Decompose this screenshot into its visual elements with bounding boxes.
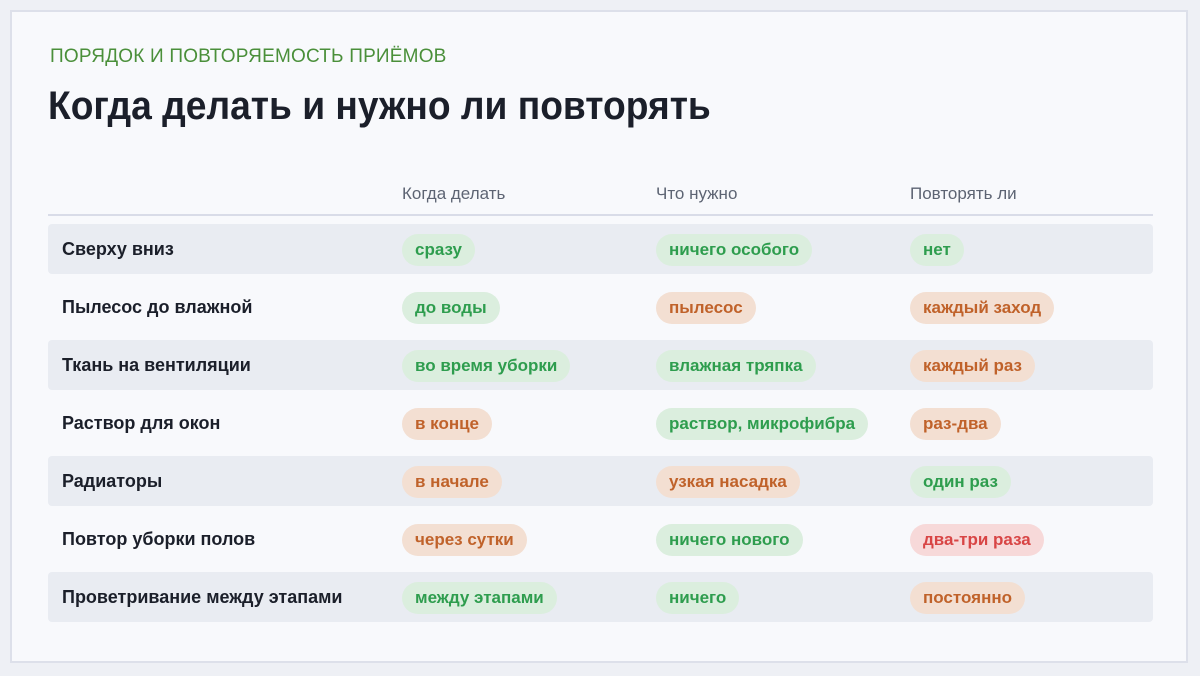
status-badge: узкая насадка xyxy=(656,466,800,498)
status-badge: каждый раз xyxy=(910,350,1035,382)
table-row: Радиаторы в начале узкая насадка один раз xyxy=(48,456,1153,506)
cell-when: сразу xyxy=(402,234,475,266)
cell-repeat: каждый раз xyxy=(910,350,1035,382)
status-badge: между этапами xyxy=(402,582,557,614)
cell-what: влажная тряпка xyxy=(656,350,816,382)
status-badge: в конце xyxy=(402,408,493,440)
cell-repeat: каждый заход xyxy=(910,292,1055,324)
cell-what: ничего нового xyxy=(656,524,803,556)
page-title: Когда делать и нужно ли повторять xyxy=(48,84,711,128)
status-badge: через сутки xyxy=(402,524,527,556)
slide-card: ПОРЯДОК И ПОВТОРЯЕМОСТЬ ПРИЁМОВ Когда де… xyxy=(10,10,1188,663)
table-row: Проветривание между этапами между этапами… xyxy=(48,572,1153,622)
cell-what: пылесос xyxy=(656,292,756,324)
row-label: Пылесос до влажной xyxy=(62,297,253,317)
column-header-what: Что нужно xyxy=(656,184,738,203)
status-badge: ничего особого xyxy=(656,234,813,266)
cell-repeat: раз-два xyxy=(910,408,1001,440)
row-label: Проветривание между этапами xyxy=(62,587,343,607)
table-header: Когда делать Что нужно Повторять ли xyxy=(48,178,1153,216)
table-body: Сверху вниз сразу ничего особого нет Пылесос… xyxy=(48,224,1153,622)
table-row: Раствор для окон в конце раствор, микрофиб… xyxy=(48,398,1153,448)
status-badge: сразу xyxy=(402,234,475,266)
status-badge: нет xyxy=(910,234,964,266)
table-row: Сверху вниз сразу ничего особого нет xyxy=(48,224,1153,274)
eyebrow-label: ПОРЯДОК И ПОВТОРЯЕМОСТЬ ПРИЁМОВ xyxy=(50,46,447,67)
cell-when: через сутки xyxy=(402,524,527,556)
column-header-when: Когда делать xyxy=(402,184,506,203)
status-badge: влажная тряпка xyxy=(656,350,816,382)
status-badge: пылесос xyxy=(656,292,756,324)
status-badge: раствор, микрофибра xyxy=(656,408,869,440)
cell-when: во время уборки xyxy=(402,350,571,382)
status-badge: каждый заход xyxy=(910,292,1055,324)
cell-when: между этапами xyxy=(402,582,557,614)
status-badge: в начале xyxy=(402,466,502,498)
status-badge: постоянно xyxy=(910,582,1025,614)
cell-what: раствор, микрофибра xyxy=(656,408,869,440)
cell-repeat: один раз xyxy=(910,466,1011,498)
table-row: Ткань на вентиляции во время уборки влажна… xyxy=(48,340,1153,390)
cell-when: в конце xyxy=(402,408,493,440)
status-badge: во время уборки xyxy=(402,350,571,382)
status-badge: ничего xyxy=(656,582,740,614)
cell-repeat: два-три раза xyxy=(910,524,1044,556)
row-label: Радиаторы xyxy=(62,471,163,491)
table-row: Пылесос до влажной до воды пылесос каждый з… xyxy=(48,282,1153,332)
cell-repeat: нет xyxy=(910,234,964,266)
status-badge: до воды xyxy=(402,292,500,324)
cell-when: до воды xyxy=(402,292,500,324)
schedule-table: Когда делать Что нужно Повторять ли Свер… xyxy=(48,178,1153,630)
row-label: Сверху вниз xyxy=(62,239,174,259)
cell-repeat: постоянно xyxy=(910,582,1025,614)
column-header-repeat: Повторять ли xyxy=(910,184,1017,203)
row-label: Ткань на вентиляции xyxy=(62,355,251,375)
status-badge: ничего нового xyxy=(656,524,803,556)
status-badge: два-три раза xyxy=(910,524,1044,556)
status-badge: раз-два xyxy=(910,408,1001,440)
status-badge: один раз xyxy=(910,466,1011,498)
row-label: Раствор для окон xyxy=(62,413,221,433)
table-row: Повтор уборки полов через сутки ничего нов… xyxy=(48,514,1153,564)
row-label: Повтор уборки полов xyxy=(62,529,256,549)
cell-what: узкая насадка xyxy=(656,466,800,498)
cell-what: ничего особого xyxy=(656,234,813,266)
cell-what: ничего xyxy=(656,582,740,614)
cell-when: в начале xyxy=(402,466,502,498)
